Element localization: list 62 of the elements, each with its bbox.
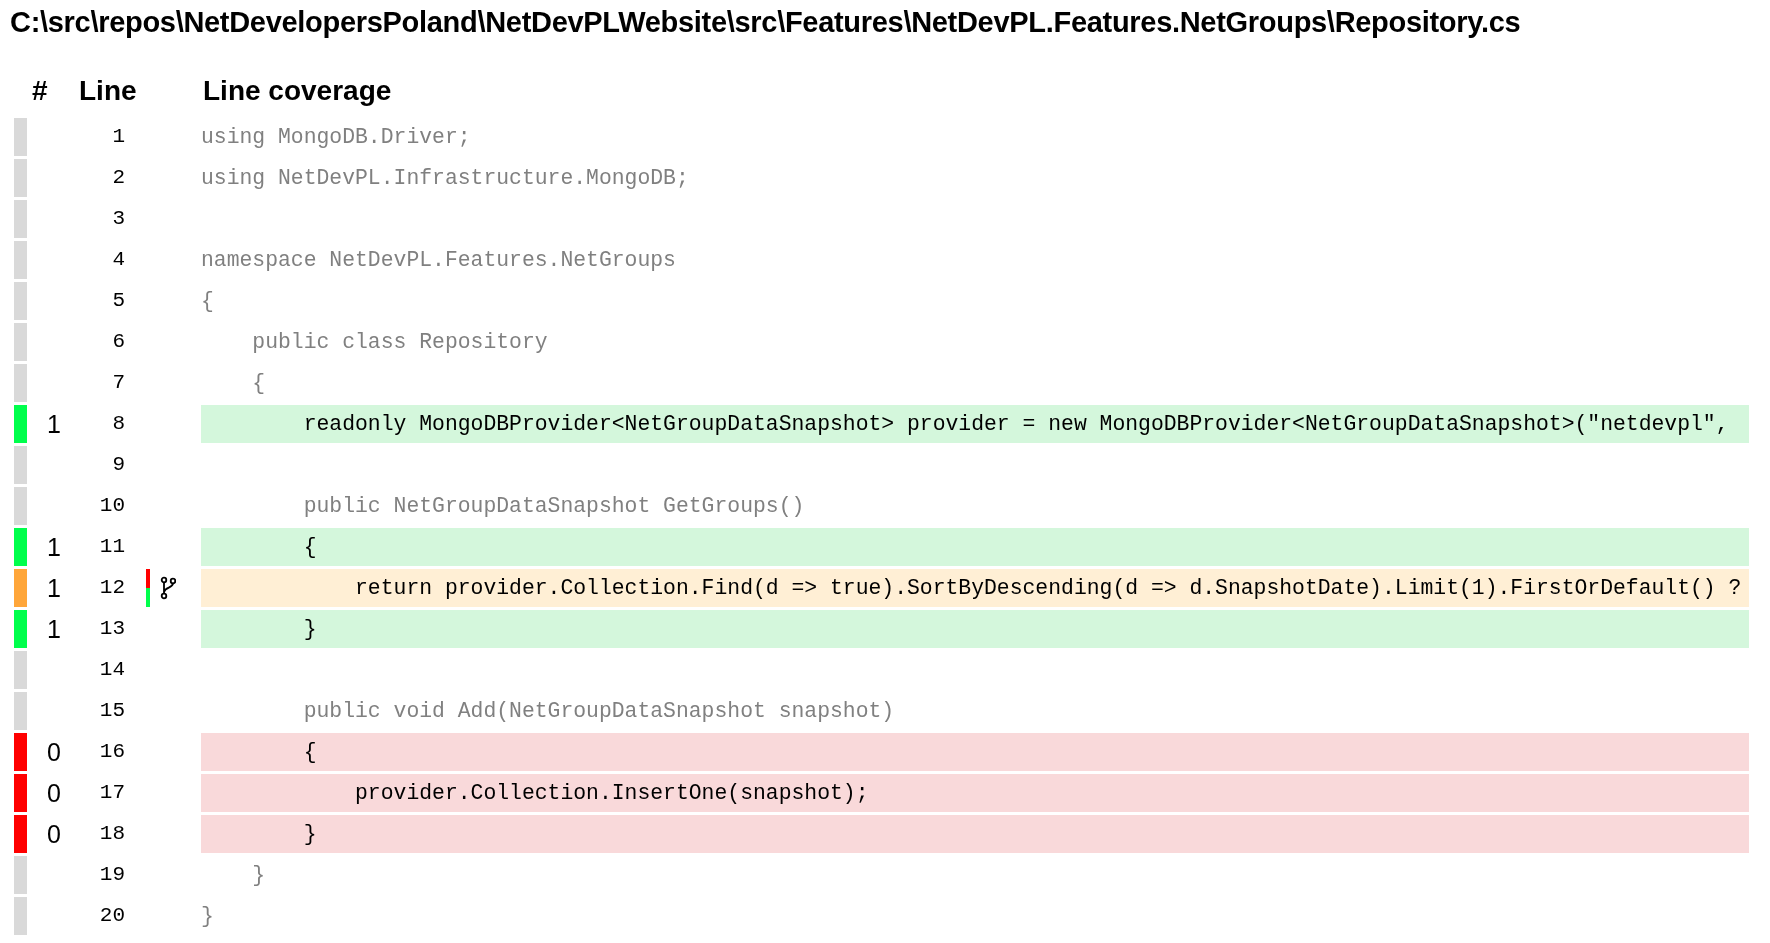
coverage-bar	[14, 815, 27, 853]
coverage-bar	[14, 364, 27, 402]
file-path-title: C:\src\repos\NetDevelopersPoland\NetDevPLWebsite\src\Features\NetDevPL.Features.NetGroups\Repository.cs	[9, 5, 1522, 39]
line-number: 5	[112, 288, 125, 315]
column-header: Line	[79, 74, 138, 108]
line-number: 8	[112, 411, 125, 438]
coverage-bar	[14, 405, 27, 443]
code-line: {	[201, 287, 215, 315]
hit-count: 1	[47, 411, 61, 437]
coverage-bar	[14, 282, 27, 320]
line-number: 7	[112, 370, 125, 397]
line-number: 11	[99, 534, 125, 561]
coverage-bar	[14, 159, 27, 197]
line-number: 14	[99, 657, 125, 684]
coverage-bar	[14, 774, 27, 812]
line-number: 18	[99, 821, 125, 848]
line-number: 16	[99, 739, 125, 766]
coverage-bar	[14, 241, 27, 279]
line-number: 2	[112, 165, 125, 192]
coverage-bar	[14, 856, 27, 894]
branch-icon	[160, 576, 176, 600]
hit-count: 0	[47, 821, 61, 847]
column-header: #	[32, 74, 49, 108]
code-line: public class Repository	[251, 328, 549, 356]
line-number: 15	[99, 698, 125, 725]
code-line: using MongoDB.Driver;	[201, 123, 472, 151]
coverage-bar	[14, 651, 27, 689]
coverage-bar	[14, 569, 27, 607]
line-number: 4	[112, 247, 125, 274]
coverage-bar	[14, 487, 27, 525]
line-number: 17	[99, 780, 125, 807]
line-number: 19	[99, 862, 125, 889]
line-number: 9	[112, 452, 125, 479]
code-line: {	[251, 369, 267, 397]
line-number: 1	[112, 124, 125, 151]
line-number: 6	[112, 329, 125, 356]
line-number: 3	[112, 206, 125, 233]
hit-count: 1	[47, 616, 61, 642]
coverage-bar	[14, 733, 27, 771]
coverage-bar	[14, 897, 27, 935]
code-line: }	[251, 861, 267, 889]
hit-count: 1	[47, 534, 61, 560]
hit-count: 1	[47, 575, 61, 601]
hit-count: 0	[47, 739, 61, 765]
coverage-bar	[14, 323, 27, 361]
column-header: Line coverage	[203, 74, 392, 108]
code-line: public void Add(NetGroupDataSnapshot snapshot)	[302, 697, 896, 725]
line-number: 12	[99, 575, 125, 602]
coverage-bar	[14, 692, 27, 730]
line-number: 20	[99, 903, 125, 930]
coverage-bar	[14, 610, 27, 648]
code-line: using NetDevPL.Infrastructure.MongoDB;	[201, 164, 690, 192]
line-number: 10	[99, 493, 125, 520]
hit-count: 0	[47, 780, 61, 806]
code-line: public NetGroupDataSnapshot GetGroups()	[302, 492, 806, 520]
code-line: namespace NetDevPL.Features.NetGroups	[201, 246, 677, 274]
code-line: }	[201, 902, 215, 930]
coverage-bar	[14, 528, 27, 566]
coverage-bar	[14, 446, 27, 484]
coverage-bar	[14, 200, 27, 238]
coverage-bar	[14, 118, 27, 156]
line-number: 13	[99, 616, 125, 643]
